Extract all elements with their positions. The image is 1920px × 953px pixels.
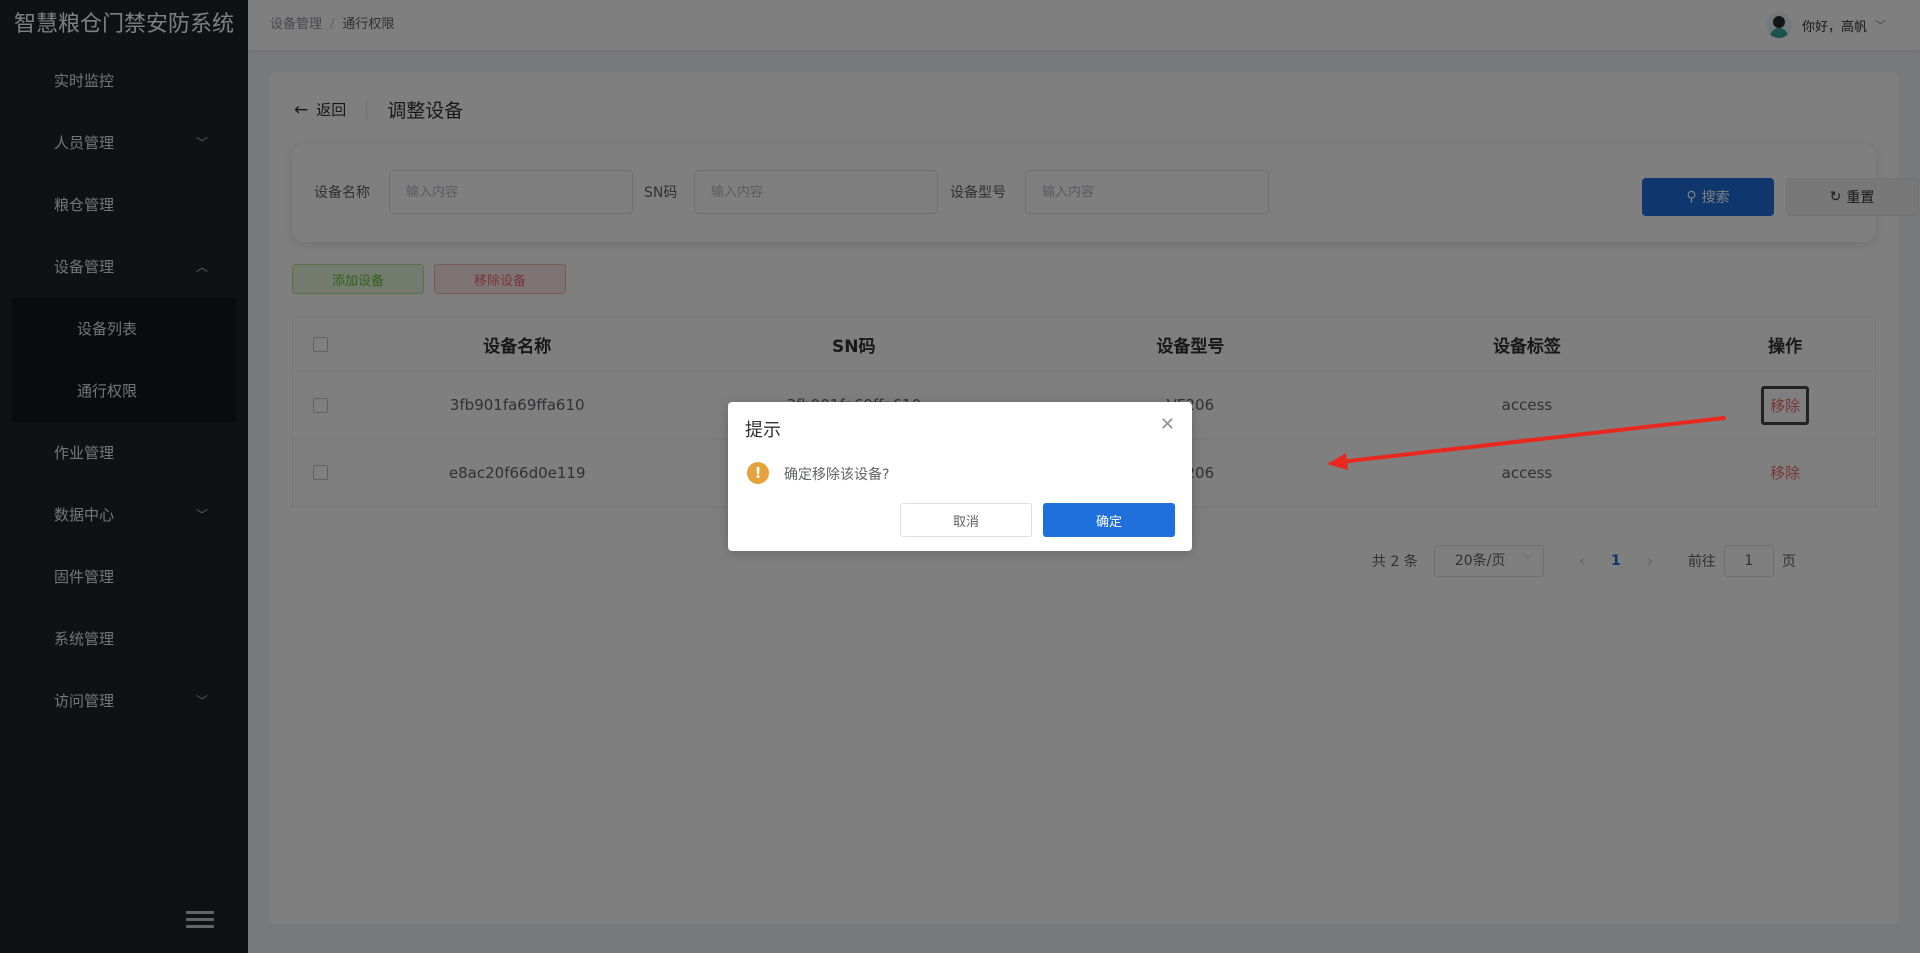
- cancel-button[interactable]: 取消: [900, 503, 1032, 537]
- confirm-dialog: 提示 ✕ ! 确定移除该设备? 取消 确定: [728, 402, 1192, 551]
- warning-icon: !: [747, 462, 769, 484]
- confirm-button[interactable]: 确定: [1043, 503, 1175, 537]
- close-icon[interactable]: ✕: [1160, 414, 1175, 435]
- dialog-message: 确定移除该设备?: [784, 467, 890, 483]
- dialog-title: 提示: [745, 420, 781, 441]
